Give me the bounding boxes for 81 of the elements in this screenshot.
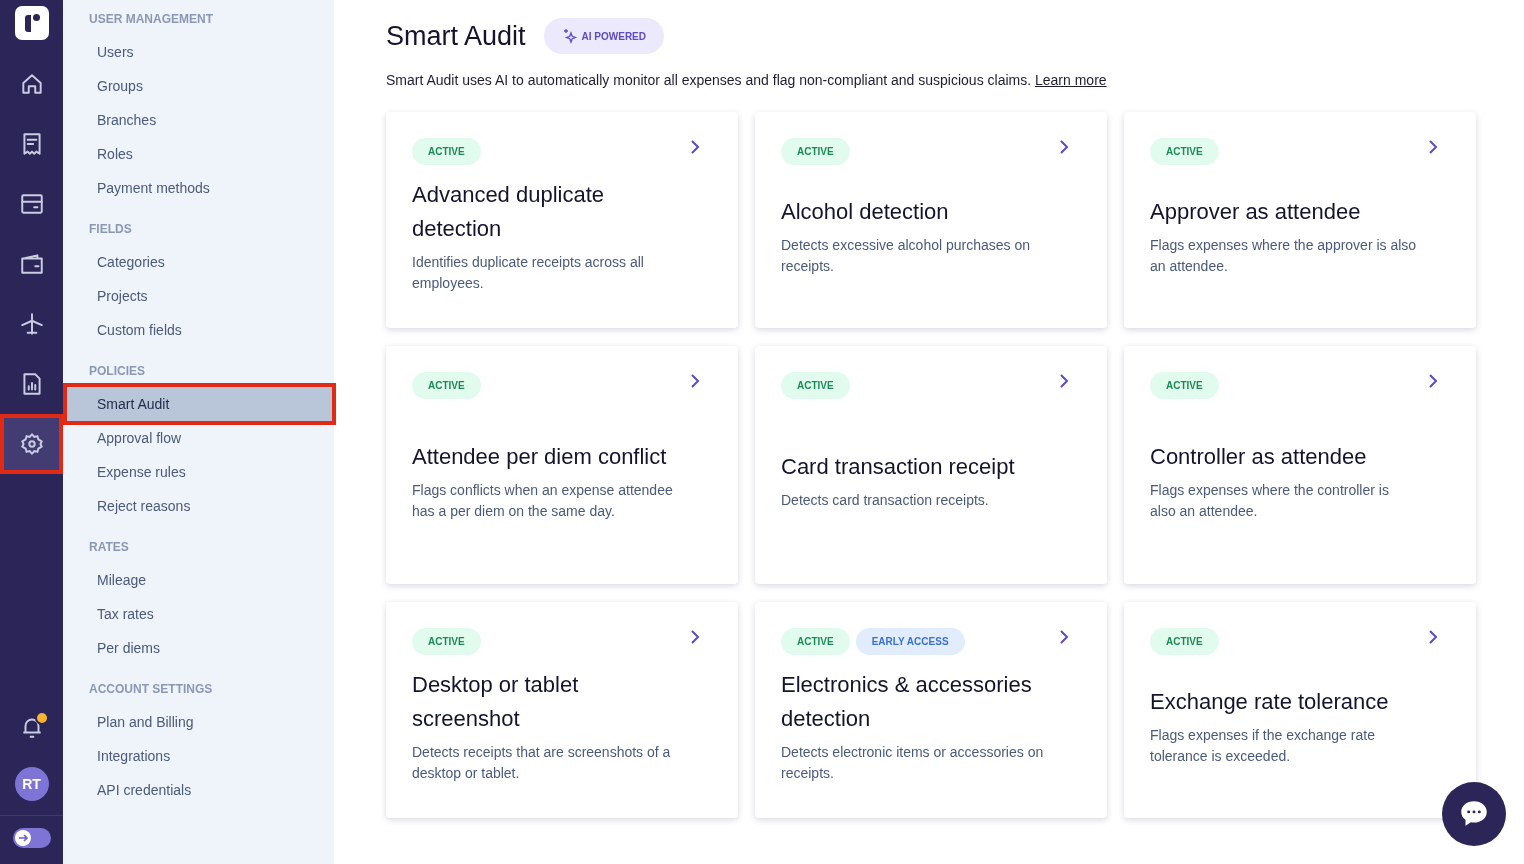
sidebar-item[interactable]: Tax rates [63,597,334,631]
expand-toggle[interactable] [12,828,51,848]
card-title: Controller as attendee [1150,442,1368,471]
status-badge: ACTIVE [781,628,850,655]
sidebar-item[interactable]: Branches [63,103,334,137]
section-heading: RATES [88,539,130,556]
rule-card[interactable]: ACTIVE Exchange rate tolerance Flags expenses if the exchange rate tolerance is exceeded. [1124,602,1476,818]
chevron-right-icon[interactable] [1059,629,1069,644]
status-badge: ACTIVE [1150,372,1219,399]
card-title: Card transaction receipt [781,453,1016,481]
page-title: Smart Audit [386,20,526,52]
sidebar-item[interactable]: Custom fields [63,313,334,347]
card-title: Exchange rate tolerance [1150,687,1390,716]
sparkle-icon [561,28,578,44]
chevron-right-icon[interactable] [1428,629,1438,644]
sidebar-item[interactable]: Users [63,35,334,69]
status-badge: ACTIVE [1150,138,1219,165]
card-description: Detects receipts that are screenshots of a desktop or tablet. [412,742,672,783]
card-icon [18,191,45,217]
section-heading: POLICIES [88,363,146,380]
app-logo[interactable] [14,6,49,40]
card-description: Identifies duplicate receipts across all employees. [412,252,645,293]
user-avatar[interactable]: RT [14,767,49,801]
wallet-icon [18,251,45,277]
section-heading: ACCOUNT SETTINGS [88,681,214,698]
airplane-icon [18,311,45,337]
status-badge: EARLY ACCESS [855,628,965,655]
sidebar-item[interactable]: Groups [63,69,334,103]
rule-card[interactable]: ACTIVE Attendee per diem conflict Flags conflicts when an expense attendee has a per diem on the same day. [386,346,738,584]
sidebar-item[interactable]: Payment methods [63,171,334,205]
badge-label: AI POWERED [581,30,646,42]
chevron-right-icon[interactable] [1428,139,1438,154]
rule-card[interactable]: ACTIVE Advanced duplicate detection Identifies duplicate receipts across all employees. [386,112,738,328]
sidebar-item[interactable]: Plan and Billing [63,705,334,739]
rule-card[interactable]: ACTIVE Desktop or tablet screenshot Detects receipts that are screenshots of a desktop or tablet. [386,602,738,818]
chevron-right-icon[interactable] [1059,139,1069,154]
card-description: Flags expenses where the approver is also an attendee. [1150,235,1418,276]
card-title: Approver as attendee [1150,197,1362,226]
card-description: Flags expenses if the exchange rate tolerance is exceeded. [1150,725,1376,766]
sidebar-item[interactable]: Categories [63,245,334,279]
rule-card[interactable]: ACTIVE Card transaction receipt Detects card transaction receipts. [755,346,1107,584]
card-title: Alcohol detection [781,197,950,226]
section-heading: FIELDS [88,221,133,238]
rule-card[interactable]: ACTIVE Alcohol detection Detects excessive alcohol purchases on receipts. [755,112,1107,328]
card-title: Electronics & accessories detection [781,670,1033,733]
card-title: Advanced duplicate detection [412,180,606,243]
settings-icon [18,431,45,457]
card-title: Attendee per diem conflict [412,442,668,471]
chevron-right-icon[interactable] [690,139,700,154]
sidebar-item[interactable]: Expense rules [63,455,334,489]
section-heading: USER MANAGEMENT [88,11,214,28]
learn-more-link[interactable]: Learn more [1035,72,1107,88]
card-description: Detects excessive alcohol purchases on receipts. [781,235,1032,276]
rule-card[interactable]: ACTIVE Approver as attendee Flags expenses where the approver is also an attendee. [1124,112,1476,328]
status-badge: ACTIVE [412,372,481,399]
status-badge: ACTIVE [781,138,850,165]
chevron-right-icon[interactable] [690,373,700,388]
status-badge: ACTIVE [781,372,850,399]
status-badge: ACTIVE [412,138,481,165]
sidebar-item[interactable]: API credentials [63,773,334,807]
rail-nav-button[interactable] [0,414,63,474]
card-description: Flags expenses where the controller is also an attendee. [1150,480,1390,521]
rule-card[interactable]: ACTIVE EARLY ACCESS Electronics & accessories detection Detects electronic items or accessories on receipts. [755,602,1107,818]
card-description: Flags conflicts when an expense attendee has a per diem on the same day. [412,480,674,521]
rule-card[interactable]: ACTIVE Controller as attendee Flags expenses where the controller is also an attendee. [1124,346,1476,584]
sidebar-item[interactable]: Projects [63,279,334,313]
sidebar-item[interactable]: Reject reasons [63,489,334,523]
status-badge: ACTIVE [412,628,481,655]
page-description: Smart Audit uses AI to automatically monitor all expenses and flag non-compliant and suspicious claims. [386,72,1032,88]
sidebar-item[interactable]: Approval flow [63,421,334,455]
sidebar-item[interactable]: Roles [63,137,334,171]
chevron-right-icon[interactable] [690,629,700,644]
card-description: Detects electronic items or accessories on receipts. [781,742,1045,783]
card-description: Detects card transaction receipts. [781,491,990,510]
sidebar-item[interactable]: Mileage [63,563,334,597]
card-title: Desktop or tablet screenshot [412,670,580,733]
chevron-right-icon[interactable] [1428,373,1438,388]
chevron-right-icon[interactable] [1059,373,1069,388]
sidebar-item[interactable]: Per diems [63,631,334,665]
sidebar-item[interactable]: Integrations [63,739,334,773]
status-badge: ACTIVE [1150,628,1219,655]
